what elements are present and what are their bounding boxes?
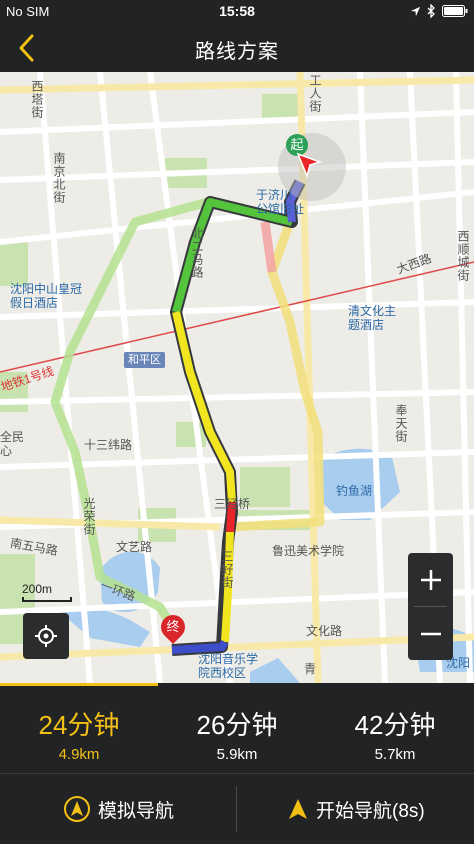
map-label-guangrong: 光荣街 bbox=[82, 497, 96, 536]
actions-divider bbox=[236, 786, 237, 832]
map-label-sanhao: 三好街 bbox=[220, 550, 234, 589]
map-label-gongren: 工人街 bbox=[308, 74, 322, 113]
route-duration: 26分钟 bbox=[196, 710, 278, 740]
map-label-diaoyu: 钓鱼湖 bbox=[336, 484, 373, 498]
clock: 15:58 bbox=[219, 3, 255, 19]
map-label-wenyi: 文艺路 bbox=[116, 540, 153, 554]
route-options: 24分钟 4.9km 26分钟 5.9km 42分钟 5.7km bbox=[0, 683, 474, 773]
map-label-xita: 西塔街 bbox=[30, 80, 44, 119]
location-arrow-icon bbox=[410, 6, 421, 16]
zoom-out-button[interactable] bbox=[408, 607, 453, 660]
route-option-3[interactable]: 42分钟 5.7km bbox=[316, 683, 474, 773]
bottom-actions: 模拟导航 开始导航(8s) bbox=[0, 773, 474, 843]
map-label-zhongshan: 沈阳中山皇冠假日酒店 bbox=[10, 282, 83, 310]
map-label-heping: 和平区 bbox=[124, 352, 165, 368]
battery-icon bbox=[442, 5, 468, 17]
map-scale-label: 200m bbox=[22, 582, 53, 596]
map-label-luxun: 鲁迅美术学院 bbox=[272, 544, 345, 558]
map-label-fengtian: 奉天街 bbox=[394, 404, 408, 443]
end-marker-label: 终 bbox=[166, 619, 180, 634]
navigation-bar: 路线方案 bbox=[0, 24, 474, 72]
map-label-shisanwei: 十三纬路 bbox=[84, 438, 133, 452]
navigation-arrow-circle-icon bbox=[64, 796, 90, 822]
route-distance: 5.9km bbox=[216, 746, 258, 763]
zoom-controls bbox=[408, 553, 453, 660]
bluetooth-icon bbox=[427, 4, 435, 18]
route-duration: 42分钟 bbox=[354, 710, 436, 740]
map-label-music: 沈阳音乐学院西校区 bbox=[198, 652, 259, 680]
route-distance: 5.7km bbox=[374, 746, 416, 763]
simulate-navigation-button[interactable]: 模拟导航 bbox=[64, 774, 174, 844]
map-label-qingwenhua: 清文化主题酒店 bbox=[348, 304, 397, 332]
page-title: 路线方案 bbox=[195, 41, 279, 63]
zoom-in-button[interactable] bbox=[408, 553, 453, 606]
map-label-quanmin: 全民心 bbox=[0, 430, 25, 458]
route-duration: 24分钟 bbox=[38, 710, 120, 740]
map-label-qing: 青 bbox=[304, 662, 317, 676]
navigation-arrow-icon bbox=[289, 799, 307, 819]
plus-icon bbox=[420, 569, 441, 590]
crosshair-icon bbox=[35, 625, 57, 647]
map-label-beier: 北二马路 bbox=[190, 227, 204, 279]
route-option-2[interactable]: 26分钟 5.9km bbox=[158, 683, 316, 773]
simulate-navigation-label: 模拟导航 bbox=[98, 800, 175, 822]
map-label-wenhua: 文化路 bbox=[306, 624, 343, 638]
locate-me-button[interactable] bbox=[23, 613, 69, 659]
map-label-xishun: 西顺城街 bbox=[456, 230, 470, 282]
end-marker[interactable]: 终 bbox=[156, 610, 190, 644]
start-navigation-label: 开始导航(8s) bbox=[316, 800, 425, 822]
current-location-arrow-icon bbox=[296, 152, 322, 178]
map-scale-bar bbox=[22, 597, 72, 602]
minus-icon bbox=[420, 632, 441, 635]
map-label-sanjing: 三经桥 bbox=[214, 497, 251, 511]
map-label-gongguan: 公馆旧址 bbox=[256, 202, 305, 216]
route-option-1[interactable]: 24分钟 4.9km bbox=[0, 683, 158, 773]
map-label-nanjing: 南京北街 bbox=[52, 152, 66, 204]
start-navigation-button[interactable]: 开始导航(8s) bbox=[288, 774, 425, 844]
map-label-yujichuan: 于济川 bbox=[256, 188, 293, 202]
route-distance: 4.9km bbox=[58, 746, 100, 763]
start-marker-label: 起 bbox=[290, 137, 304, 152]
map-scale: 200m bbox=[22, 582, 72, 602]
status-icons bbox=[410, 4, 468, 18]
status-bar: No SIM 15:58 bbox=[0, 0, 474, 24]
